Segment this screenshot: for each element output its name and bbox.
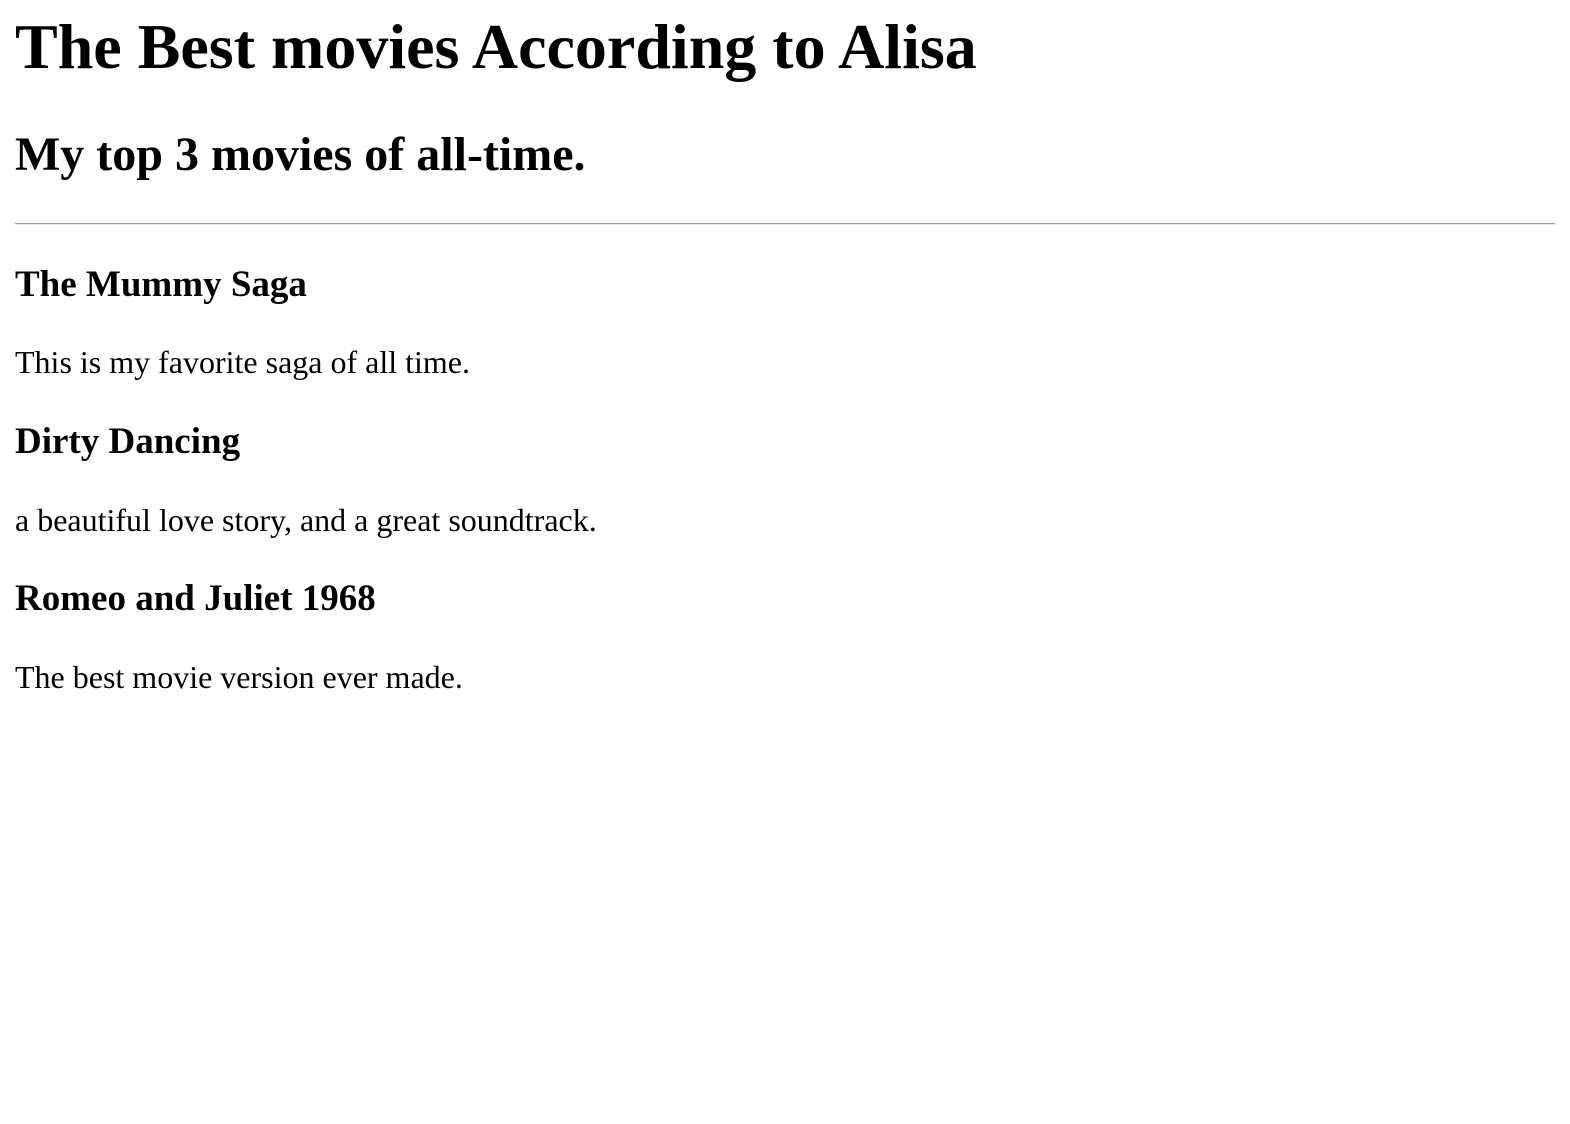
horizontal-divider [15,222,1555,225]
movie-description: This is my favorite saga of all time. [15,344,470,381]
page-title: The Best movies According to Alisa [15,11,977,82]
movie-title: The Mummy Saga [15,263,307,305]
page-content: The Best movies According to Alisa My to… [0,10,1570,696]
movie-item: Dirty Dancing a beautiful love story, an… [15,421,1555,538]
movie-list: The Mummy Saga This is my favorite saga … [15,264,1555,696]
movie-item: The Mummy Saga This is my favorite saga … [15,264,1555,381]
movie-title: Romeo and Juliet 1968 [15,578,376,620]
movie-title: Dirty Dancing [15,421,241,463]
movie-description: a beautiful love story, and a great soun… [15,501,597,538]
page-subtitle: My top 3 movies of all-time. [15,127,586,181]
movie-description: The best movie version ever made. [15,659,463,696]
movie-item: Romeo and Juliet 1968 The best movie ver… [15,578,1555,695]
